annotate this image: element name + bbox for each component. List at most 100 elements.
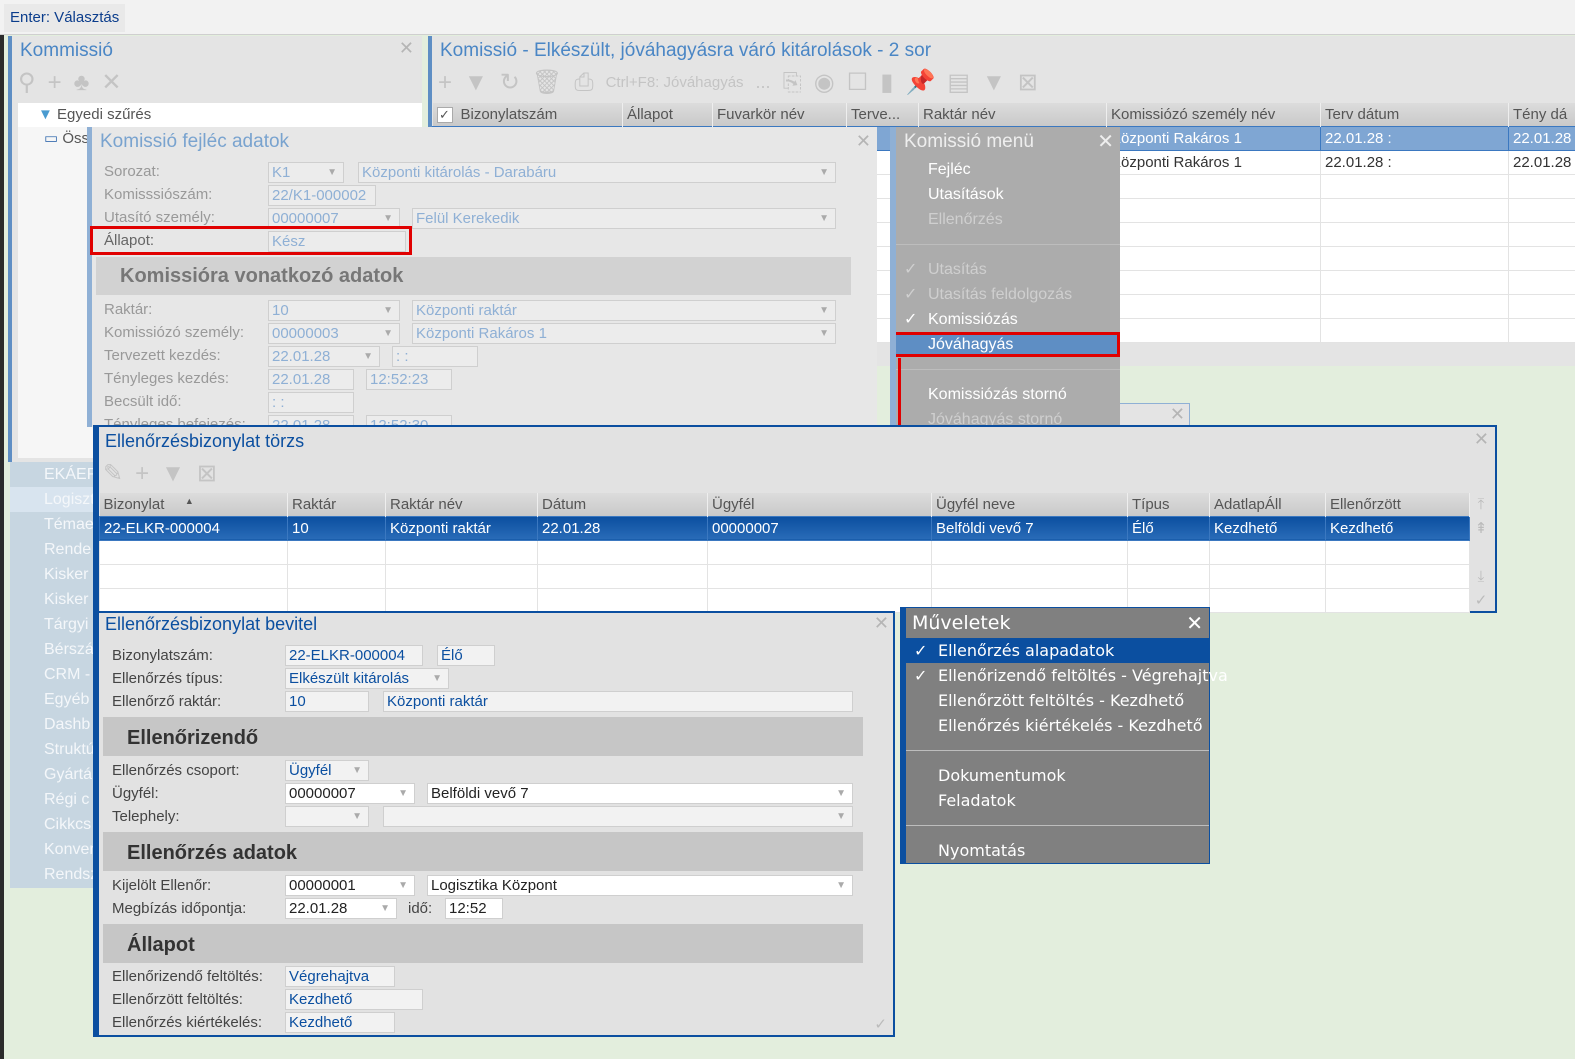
- clear-filter-icon[interactable]: ⊠: [197, 459, 217, 488]
- column-header[interactable]: Raktár név: [385, 493, 538, 516]
- filter-item[interactable]: ▼ Egyedi szűrés: [18, 103, 422, 127]
- column-header[interactable]: Fuvarkör név: [712, 103, 847, 126]
- telephely-name-field[interactable]: [383, 806, 853, 827]
- menu-item[interactable]: Egyéb: [10, 687, 95, 712]
- shortcut-label[interactable]: Ctrl+F8: Jóváhagyás: [606, 74, 744, 91]
- column-header[interactable]: ✓ Bizonylatszám: [432, 103, 623, 126]
- csoport-select[interactable]: Ügyfél: [285, 760, 369, 781]
- menu-item[interactable]: Kisker: [10, 562, 95, 587]
- export-icon[interactable]: ⎘: [783, 69, 802, 97]
- utasito-name-field[interactable]: Felül Kerekedik: [412, 208, 836, 229]
- menu-item[interactable]: Dashb: [10, 712, 95, 737]
- scroll-bottom-icon[interactable]: ⤓: [1471, 565, 1491, 589]
- menu-item[interactable]: Utasítások: [896, 182, 1120, 207]
- select-all-checkbox[interactable]: ✓: [436, 106, 453, 123]
- clear-filter-icon[interactable]: ⊠: [1018, 68, 1038, 97]
- column-header[interactable]: Raktár: [287, 493, 386, 516]
- close-icon[interactable]: ✕: [1186, 608, 1203, 638]
- filter-icon[interactable]: ▼: [464, 69, 488, 97]
- confirm-icon[interactable]: ✓: [1471, 589, 1491, 613]
- column-header[interactable]: AdatlapÁll: [1209, 493, 1326, 516]
- menu-item[interactable]: Komissiózás stornó: [896, 382, 1120, 407]
- edit-icon[interactable]: ✎: [103, 459, 123, 488]
- raktar-field[interactable]: 10: [268, 300, 400, 321]
- ugyfel-name-field[interactable]: Belföldi vevő 7: [427, 783, 853, 804]
- becsult-field[interactable]: : :: [268, 392, 354, 413]
- ugyfel-field[interactable]: 00000007: [285, 783, 415, 804]
- table-row-empty[interactable]: [99, 563, 1470, 589]
- delete-icon[interactable]: 🗑: [532, 68, 562, 97]
- tenyleges-date-field[interactable]: 22.01.28: [268, 369, 354, 390]
- menu-item[interactable]: Gyártá: [10, 762, 95, 787]
- menu-item[interactable]: Rendsz: [10, 862, 95, 887]
- szemely-name-field[interactable]: Központi Rakáros 1: [412, 323, 836, 344]
- tenyleges-time-field[interactable]: 12:52:23: [366, 369, 452, 390]
- close-icon[interactable]: ✕: [399, 38, 414, 59]
- excel-icon[interactable]: ▤: [947, 68, 970, 97]
- print-icon[interactable]: ⎙: [574, 69, 593, 97]
- column-header[interactable]: Komissiózó személy név: [1106, 103, 1321, 126]
- tree-icon[interactable]: ♣: [74, 69, 90, 97]
- menu-item[interactable]: Ellenőrzött feltöltés - Kezdhető: [906, 688, 1209, 713]
- column-header[interactable]: Bizonylat ▲: [99, 493, 288, 516]
- column-header[interactable]: Dátum: [537, 493, 708, 516]
- megbizas-date-field[interactable]: 22.01.28: [285, 898, 397, 919]
- add-icon[interactable]: +: [438, 69, 452, 97]
- close-icon[interactable]: ✕: [1170, 404, 1185, 425]
- menu-item[interactable]: Dokumentumok: [906, 763, 1209, 788]
- column-header[interactable]: Tény dá: [1508, 103, 1575, 126]
- column-header[interactable]: Állapot: [622, 103, 713, 126]
- chart-icon[interactable]: ▮: [880, 68, 893, 97]
- menu-item[interactable]: Jóváhagyás: [896, 332, 1120, 357]
- more-button[interactable]: ...: [756, 72, 771, 93]
- close-icon[interactable]: ✕: [856, 131, 871, 152]
- add-icon[interactable]: +: [135, 460, 149, 488]
- ellenorzott-feltoltes-field[interactable]: Kezdhető: [285, 989, 423, 1010]
- table-row[interactable]: 22-ELKR-000004 10 Központi raktár 22.01.28 0…: [99, 515, 1470, 541]
- close-icon[interactable]: ✕: [874, 613, 889, 634]
- column-header[interactable]: Ügyfél: [707, 493, 932, 516]
- column-filter-icon[interactable]: ▼: [161, 460, 185, 488]
- ellenorizendo-feltoltes-field[interactable]: Végrehajtva: [285, 966, 395, 987]
- sorozat-field[interactable]: K1: [268, 162, 344, 183]
- close-icon[interactable]: ✕: [1097, 127, 1114, 157]
- table-row-empty[interactable]: [99, 539, 1470, 565]
- szemely-field[interactable]: 00000003: [268, 323, 400, 344]
- add-icon[interactable]: +: [48, 69, 62, 97]
- bizonylatszam-field[interactable]: 22-ELKR-000004: [285, 645, 423, 666]
- column-header[interactable]: Típus: [1127, 493, 1210, 516]
- menu-item[interactable]: Ellenőrzés kiértékelés - Kezdhető: [906, 713, 1209, 738]
- pin-icon[interactable]: 📌: [905, 68, 935, 97]
- scroll-up-icon[interactable]: ⇞: [1471, 517, 1491, 541]
- status-field[interactable]: Élő: [437, 645, 495, 666]
- allapot-field[interactable]: Kész: [268, 231, 406, 252]
- menu-item[interactable]: Bérszá: [10, 637, 95, 662]
- scroll-top-icon[interactable]: ⤒: [1471, 493, 1491, 517]
- column-header[interactable]: Ellenőrzött: [1325, 493, 1470, 516]
- tervezett-date-field[interactable]: 22.01.28: [268, 346, 380, 367]
- menu-item[interactable]: Nyomtatás: [906, 838, 1209, 863]
- ellenor-name-field[interactable]: Logisztika Központ: [427, 875, 853, 896]
- window-icon[interactable]: ☐: [847, 68, 869, 97]
- column-header[interactable]: Terve...: [846, 103, 919, 126]
- tipus-select[interactable]: Elkészült kitárolás: [285, 668, 449, 689]
- menu-item[interactable]: Tárgyi: [10, 612, 95, 637]
- menu-item[interactable]: Konver: [10, 837, 95, 862]
- table-row-empty[interactable]: [99, 587, 1470, 613]
- menu-item[interactable]: ✓ Ellenőrizendő feltöltés - Végrehajtva: [906, 663, 1228, 688]
- komissio-szam-field[interactable]: 22/K1-000002: [268, 185, 376, 206]
- ellenorzes-kiertekeles-field[interactable]: Kezdhető: [285, 1012, 395, 1033]
- column-filter-icon[interactable]: ▼: [982, 69, 1006, 97]
- column-header[interactable]: Ügyfél neve: [931, 493, 1128, 516]
- tervezett-time-field[interactable]: : :: [392, 346, 478, 367]
- menu-item[interactable]: Rende: [10, 537, 95, 562]
- confirm-icon[interactable]: ✓: [874, 1015, 887, 1033]
- menu-item[interactable]: Struktú: [10, 737, 95, 762]
- menu-item[interactable]: Cikkcs: [10, 812, 95, 837]
- raktar-name-field[interactable]: Központi raktár: [383, 691, 853, 712]
- menu-item[interactable]: ✓ Komissiózás: [896, 307, 1120, 332]
- menu-item[interactable]: Fejléc: [896, 157, 1120, 182]
- menu-item[interactable]: Kisker: [10, 587, 95, 612]
- search-icon[interactable]: ⚲: [18, 68, 36, 97]
- menu-item[interactable]: Logiszt: [10, 487, 95, 512]
